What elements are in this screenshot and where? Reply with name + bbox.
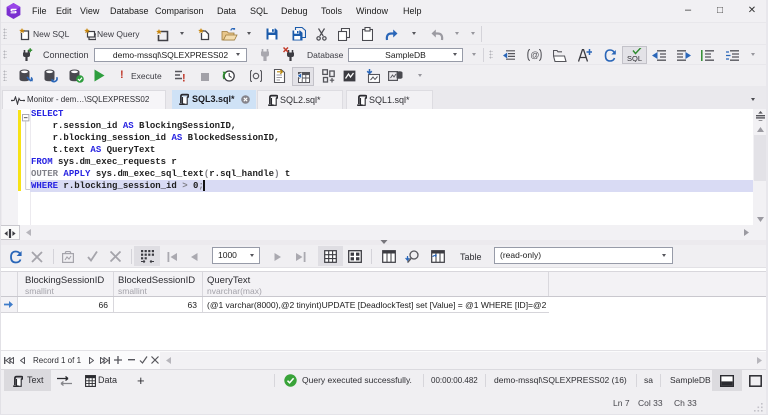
svg-text:!: ! bbox=[182, 73, 186, 83]
svg-text:SQL: SQL bbox=[627, 54, 642, 62]
svg-text:@: @ bbox=[530, 50, 539, 60]
